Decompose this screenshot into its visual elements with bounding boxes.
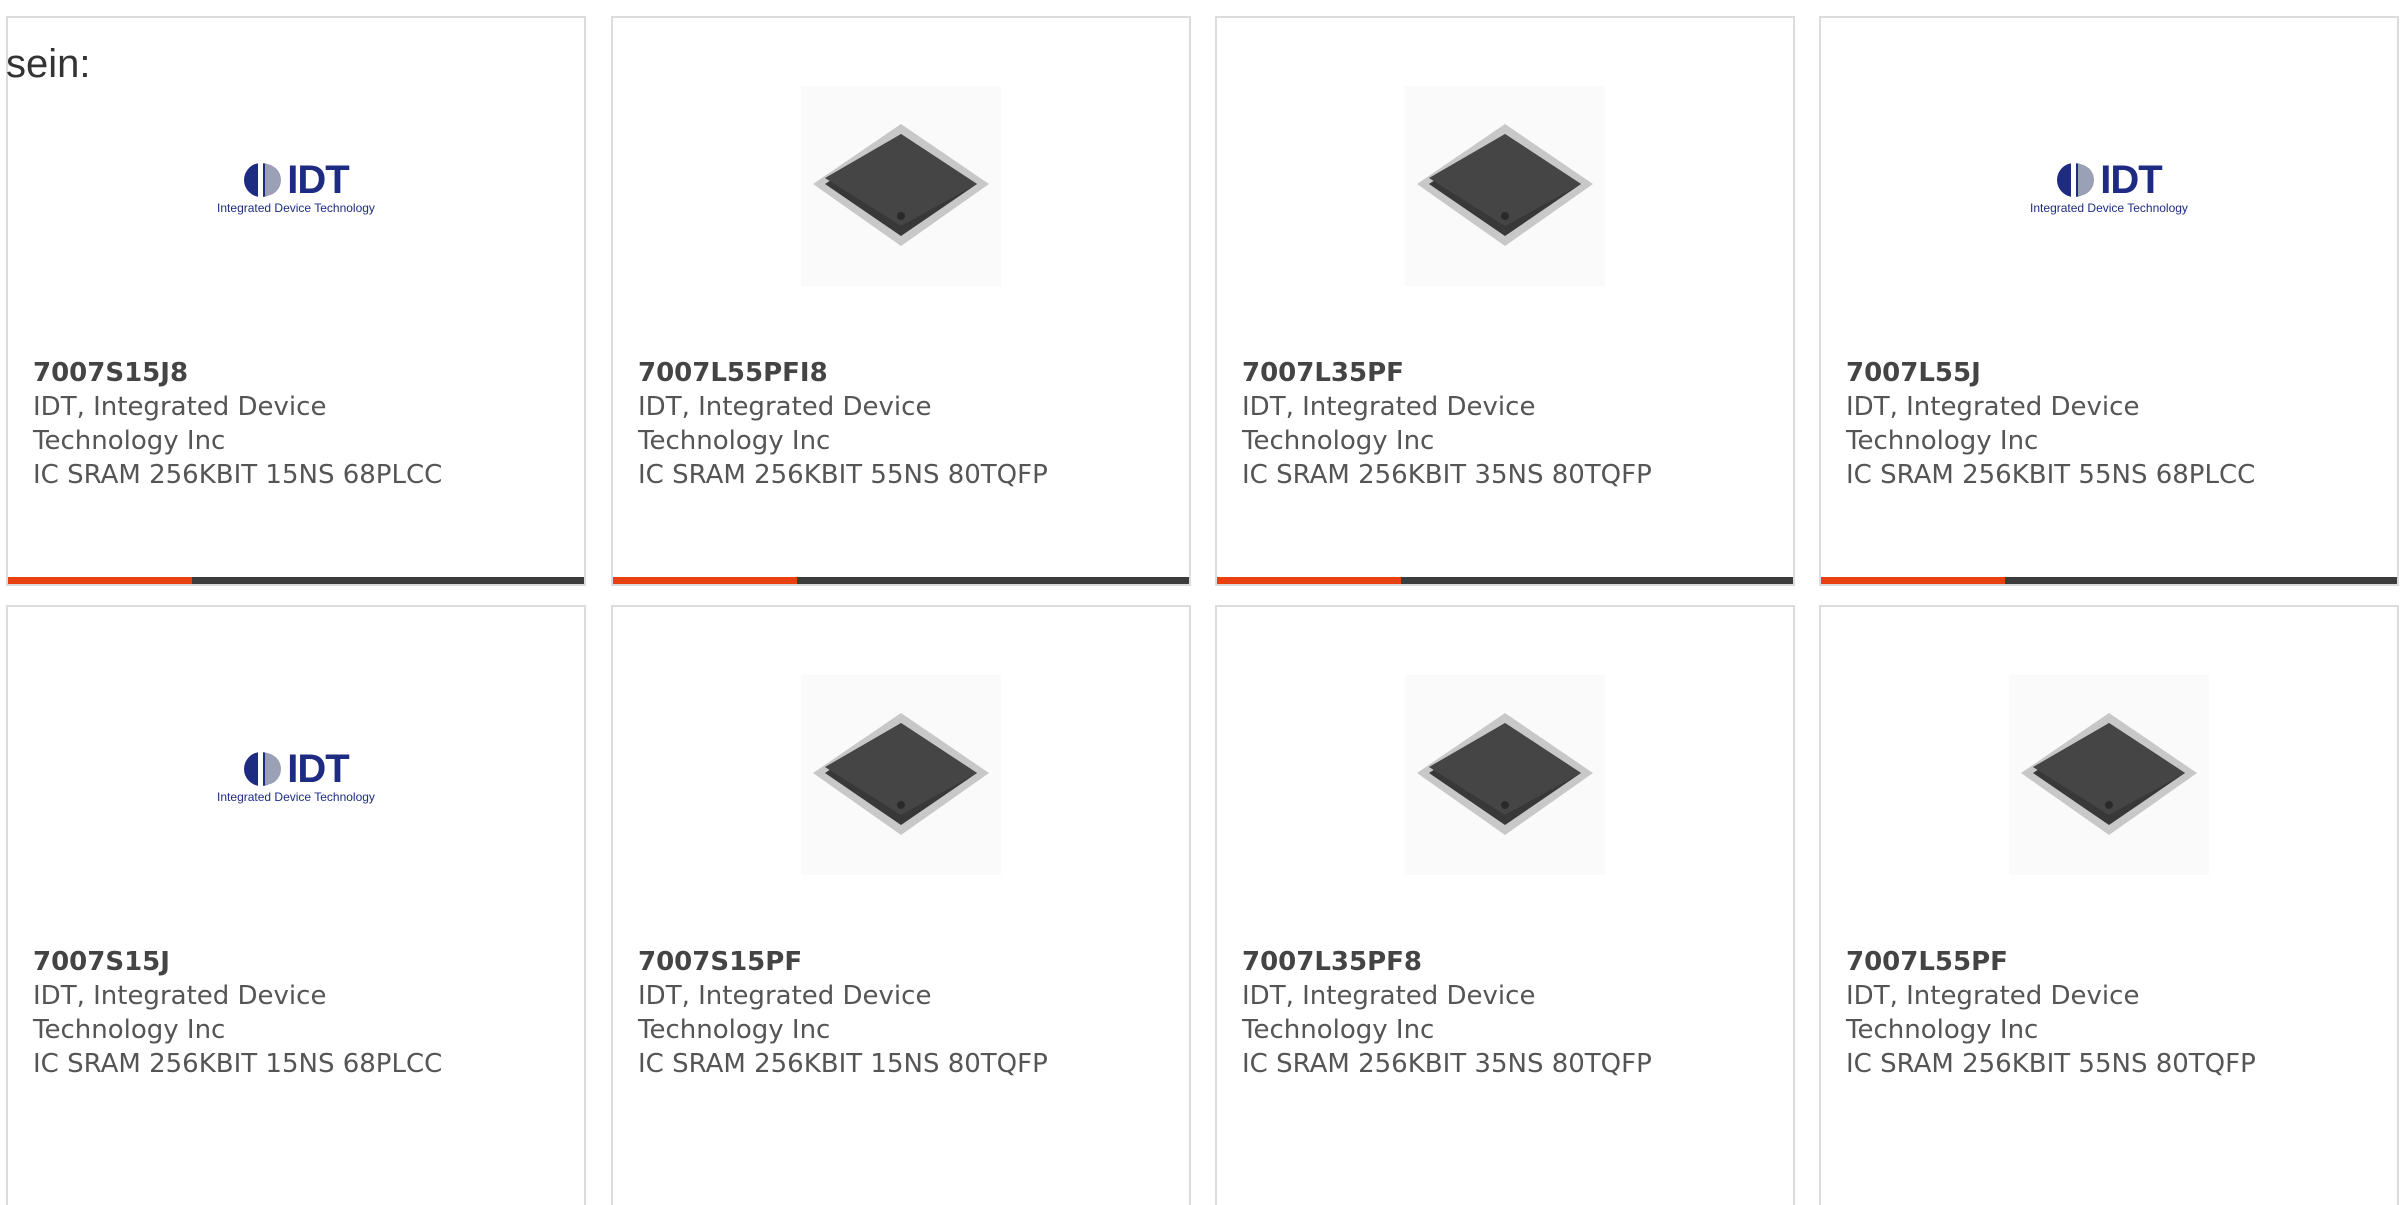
product-image: IDT Integrated Device Technology bbox=[196, 86, 396, 286]
manufacturer: Technology Inc bbox=[1846, 1015, 2039, 1045]
description: IC SRAM 256KBIT 15NS 68PLCC bbox=[33, 1049, 443, 1079]
chip-icon bbox=[801, 675, 1001, 875]
card-bar bbox=[8, 577, 584, 584]
product-card[interactable]: IDT Integrated Device Technology 7007L55… bbox=[1819, 16, 2399, 586]
manufacturer: Technology Inc bbox=[1846, 426, 2039, 456]
description: IC SRAM 256KBIT 55NS 80TQFP bbox=[1846, 1049, 2256, 1079]
idt-logo: IDT Integrated Device Technology bbox=[2030, 157, 2188, 215]
product-image bbox=[1405, 675, 1605, 875]
part-number[interactable]: 7007L35PF8 bbox=[1242, 945, 1762, 979]
idt-logo-mark-icon bbox=[244, 751, 282, 787]
description: IC SRAM 256KBIT 35NS 80TQFP bbox=[1242, 1049, 1652, 1079]
intro-text: sein: bbox=[6, 42, 91, 86]
part-number[interactable]: 7007L55J bbox=[1846, 356, 2366, 390]
manufacturer: IDT, Integrated Device bbox=[33, 981, 327, 1011]
card-bar bbox=[1821, 577, 2397, 584]
product-card[interactable]: 7007L55PFI8 IDT, Integrated Device Techn… bbox=[611, 16, 1191, 586]
product-grid: IDT Integrated Device Technology 7007S15… bbox=[0, 0, 2400, 1205]
description: IC SRAM 256KBIT 15NS 68PLCC bbox=[33, 460, 443, 490]
manufacturer: IDT, Integrated Device bbox=[1846, 981, 2140, 1011]
chip-icon bbox=[801, 86, 1001, 286]
chip-icon bbox=[1405, 675, 1605, 875]
product-image bbox=[2009, 675, 2209, 875]
description: IC SRAM 256KBIT 15NS 80TQFP bbox=[638, 1049, 1048, 1079]
product-card[interactable]: 7007L35PF8 IDT, Integrated Device Techno… bbox=[1215, 605, 1795, 1205]
manufacturer: Technology Inc bbox=[33, 426, 226, 456]
product-card[interactable]: 7007L35PF IDT, Integrated Device Technol… bbox=[1215, 16, 1795, 586]
manufacturer: Technology Inc bbox=[1242, 1015, 1435, 1045]
manufacturer: IDT, Integrated Device bbox=[638, 981, 932, 1011]
product-image: IDT Integrated Device Technology bbox=[196, 675, 396, 875]
part-number[interactable]: 7007L55PF bbox=[1846, 945, 2366, 979]
part-number[interactable]: 7007S15J bbox=[33, 945, 553, 979]
idt-logo: IDT Integrated Device Technology bbox=[217, 157, 375, 215]
part-number[interactable]: 7007S15PF bbox=[638, 945, 1158, 979]
description: IC SRAM 256KBIT 35NS 80TQFP bbox=[1242, 460, 1652, 490]
part-number[interactable]: 7007S15J8 bbox=[33, 356, 553, 390]
product-image: IDT Integrated Device Technology bbox=[2009, 86, 2209, 286]
part-number[interactable]: 7007L55PFI8 bbox=[638, 356, 1158, 390]
product-card[interactable]: IDT Integrated Device Technology 7007S15… bbox=[6, 605, 586, 1205]
idt-logo-mark-icon bbox=[244, 162, 282, 198]
chip-icon bbox=[1405, 86, 1605, 286]
manufacturer: Technology Inc bbox=[33, 1015, 226, 1045]
idt-logo-mark-icon bbox=[2057, 162, 2095, 198]
product-image bbox=[801, 675, 1001, 875]
manufacturer: IDT, Integrated Device bbox=[33, 392, 327, 422]
product-card[interactable]: 7007S15PF IDT, Integrated Device Technol… bbox=[611, 605, 1191, 1205]
manufacturer: IDT, Integrated Device bbox=[1242, 981, 1536, 1011]
manufacturer: IDT, Integrated Device bbox=[638, 392, 932, 422]
part-number[interactable]: 7007L35PF bbox=[1242, 356, 1762, 390]
manufacturer: Technology Inc bbox=[1242, 426, 1435, 456]
product-card[interactable]: 7007L55PF IDT, Integrated Device Technol… bbox=[1819, 605, 2399, 1205]
description: IC SRAM 256KBIT 55NS 68PLCC bbox=[1846, 460, 2256, 490]
product-card[interactable]: IDT Integrated Device Technology 7007S15… bbox=[6, 16, 586, 586]
idt-logo: IDT Integrated Device Technology bbox=[217, 746, 375, 804]
manufacturer: IDT, Integrated Device bbox=[1242, 392, 1536, 422]
manufacturer: Technology Inc bbox=[638, 1015, 831, 1045]
product-image bbox=[801, 86, 1001, 286]
manufacturer: IDT, Integrated Device bbox=[1846, 392, 2140, 422]
card-bar bbox=[613, 577, 1189, 584]
product-image bbox=[1405, 86, 1605, 286]
manufacturer: Technology Inc bbox=[638, 426, 831, 456]
card-bar bbox=[1217, 577, 1793, 584]
chip-icon bbox=[2009, 675, 2209, 875]
description: IC SRAM 256KBIT 55NS 80TQFP bbox=[638, 460, 1048, 490]
